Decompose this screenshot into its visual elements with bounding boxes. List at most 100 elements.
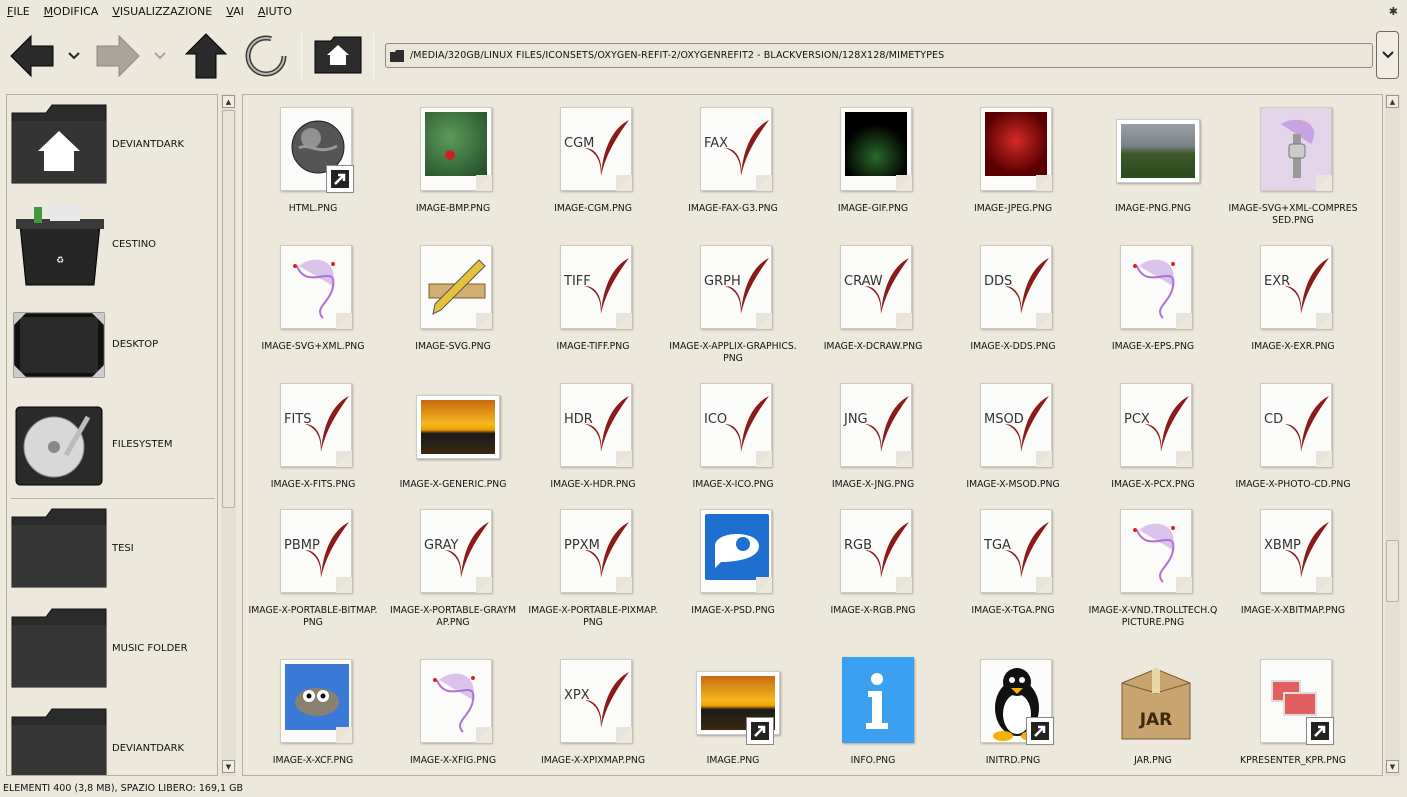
- forward-history-button[interactable]: [150, 42, 170, 70]
- forward-button[interactable]: [94, 32, 142, 80]
- file-item[interactable]: ICO IMAGE-X-ICO.PNG: [663, 375, 803, 515]
- scroll-down-arrow-icon[interactable]: ▼: [222, 760, 235, 773]
- file-item[interactable]: IMAGE-SVG+XML.PNG: [243, 237, 383, 377]
- sidebar-item-cestino[interactable]: ♻ CESTINO: [7, 195, 217, 295]
- file-icon-grid: HTML.PNG IMAGE-BMP.PNG CGM IMAGE-CGM.PNG FAX…: [242, 94, 1383, 776]
- document-icon: ICO: [696, 381, 774, 469]
- file-item[interactable]: PCX IMAGE-X-PCX.PNG: [1083, 375, 1223, 515]
- file-item[interactable]: IMAGE-X-PSD.PNG: [663, 501, 803, 641]
- file-item[interactable]: GRPH IMAGE-X-APPLIX-GRAPHICS.PNG: [663, 237, 803, 377]
- home-button[interactable]: [312, 32, 364, 78]
- document-icon: CD: [1256, 381, 1334, 469]
- sidebar-item-deviantdark[interactable]: DEVIANTDARK: [7, 699, 217, 775]
- scroll-up-arrow-icon[interactable]: ▲: [222, 95, 235, 108]
- file-item[interactable]: JAR JAR.PNG: [1083, 651, 1223, 775]
- location-path: /MEDIA/320GB/LINUX FILES/ICONSETS/OXYGEN…: [410, 50, 945, 61]
- home-folder-icon: [11, 104, 107, 184]
- location-dropdown-button[interactable]: [1376, 31, 1399, 79]
- gimp-icon: [276, 657, 354, 745]
- file-item[interactable]: IMAGE-X-EPS.PNG: [1083, 237, 1223, 377]
- file-item[interactable]: HDR IMAGE-X-HDR.PNG: [523, 375, 663, 515]
- up-button[interactable]: [182, 30, 230, 82]
- menu-aiuto[interactable]: AIUTO: [251, 5, 299, 18]
- file-item[interactable]: JNG IMAGE-X-JNG.PNG: [803, 375, 943, 515]
- reload-button[interactable]: [240, 30, 292, 82]
- file-item[interactable]: XBMP IMAGE-X-XBITMAP.PNG: [1223, 501, 1363, 641]
- file-item[interactable]: XPX IMAGE-X-XPIXMAP.PNG: [523, 651, 663, 775]
- svg-curve-icon: [1116, 507, 1194, 595]
- file-item[interactable]: IMAGE-SVG+XML-COMPRESSED.PNG: [1223, 99, 1363, 239]
- sidebar-scrollbar[interactable]: ▲ ▼: [221, 94, 236, 776]
- sidebar-item-music-folder[interactable]: MUSIC FOLDER: [7, 599, 217, 699]
- photo-leaves-icon: [416, 105, 494, 193]
- file-item[interactable]: KPRESENTER_KPR.PNG: [1223, 651, 1363, 775]
- toolbar-separator: [301, 34, 302, 78]
- ruler-pencil-icon: [416, 243, 494, 331]
- back-button[interactable]: [8, 32, 56, 80]
- menu-file[interactable]: FILE: [0, 5, 37, 18]
- file-name: IMAGE-BMP.PNG: [415, 203, 491, 214]
- file-name: IMAGE-X-APPLIX-GRAPHICS.PNG: [669, 341, 797, 364]
- files-scrollbar[interactable]: ▲ ▼: [1385, 94, 1400, 776]
- file-name: IMAGE-PNG.PNG: [1115, 203, 1191, 214]
- file-item[interactable]: INITRD.PNG: [943, 651, 1083, 775]
- file-item[interactable]: EXR IMAGE-X-EXR.PNG: [1223, 237, 1363, 377]
- file-name: IMAGE-X-RGB.PNG: [830, 605, 916, 616]
- file-item[interactable]: IMAGE.PNG: [663, 651, 803, 775]
- sidebar-item-filesystem[interactable]: FILESYSTEM: [7, 395, 217, 495]
- scroll-thumb[interactable]: [222, 110, 235, 508]
- file-item[interactable]: MSOD IMAGE-X-MSOD.PNG: [943, 375, 1083, 515]
- back-history-button[interactable]: [64, 42, 84, 70]
- file-item[interactable]: FAX IMAGE-FAX-G3.PNG: [663, 99, 803, 239]
- document-icon: XBMP: [1256, 507, 1334, 595]
- scroll-thumb[interactable]: [1386, 540, 1399, 602]
- file-item[interactable]: IMAGE-GIF.PNG: [803, 99, 943, 239]
- file-item[interactable]: IMAGE-X-XCF.PNG: [243, 651, 383, 775]
- file-name: INITRD.PNG: [985, 755, 1041, 766]
- menu-vai[interactable]: VAI: [219, 5, 251, 18]
- sidebar-item-label: TESI: [112, 543, 134, 554]
- sidebar-item-label: MUSIC FOLDER: [112, 643, 188, 654]
- file-item[interactable]: CD IMAGE-X-PHOTO-CD.PNG: [1223, 375, 1363, 515]
- file-item[interactable]: PPXM IMAGE-X-PORTABLE-PIXMAP.PNG: [523, 501, 663, 641]
- folder-icon: [11, 608, 107, 688]
- scroll-up-arrow-icon[interactable]: ▲: [1386, 95, 1399, 108]
- sidebar-item-deviantdark-home[interactable]: DEVIANTDARK: [7, 95, 217, 195]
- scroll-down-arrow-icon[interactable]: ▼: [1386, 760, 1399, 773]
- file-item[interactable]: IMAGE-X-XFIG.PNG: [383, 651, 523, 775]
- folder-icon: [390, 49, 404, 62]
- file-item[interactable]: HTML.PNG: [243, 99, 383, 239]
- menu-visualizzazione[interactable]: VISUALIZZAZIONE: [105, 5, 219, 18]
- file-item[interactable]: IMAGE-X-GENERIC.PNG: [383, 375, 523, 515]
- file-item[interactable]: TGA IMAGE-X-TGA.PNG: [943, 501, 1083, 641]
- menu-modifica[interactable]: MODIFICA: [37, 5, 106, 18]
- file-name: IMAGE-X-PORTABLE-GRAYMAP.PNG: [390, 605, 516, 628]
- up-arrow-icon: [184, 33, 228, 79]
- file-item[interactable]: FITS IMAGE-X-FITS.PNG: [243, 375, 383, 515]
- file-name: IMAGE-SVG+XML.PNG: [261, 341, 365, 352]
- file-item[interactable]: DDS IMAGE-X-DDS.PNG: [943, 237, 1083, 377]
- file-item[interactable]: CGM IMAGE-CGM.PNG: [523, 99, 663, 239]
- file-item[interactable]: RGB IMAGE-X-RGB.PNG: [803, 501, 943, 641]
- file-name: IMAGE-X-EPS.PNG: [1111, 341, 1195, 352]
- file-item[interactable]: INFO.PNG: [803, 651, 943, 775]
- file-item[interactable]: TIFF IMAGE-TIFF.PNG: [523, 237, 663, 377]
- file-item[interactable]: PBMP IMAGE-X-PORTABLE-BITMAP.PNG: [243, 501, 383, 641]
- document-icon: FITS: [276, 381, 354, 469]
- status-bar: ELEMENTI 400 (3,8 MB), SPAZIO LIBERO: 16…: [0, 780, 1407, 797]
- file-item[interactable]: IMAGE-SVG.PNG: [383, 237, 523, 377]
- tux-icon: [976, 657, 1054, 745]
- folder-icon: [11, 508, 107, 588]
- sidebar-item-tesi[interactable]: TESI: [7, 499, 217, 599]
- file-item[interactable]: IMAGE-PNG.PNG: [1083, 99, 1223, 239]
- location-bar[interactable]: /MEDIA/320GB/LINUX FILES/ICONSETS/OXYGEN…: [385, 43, 1373, 68]
- photo-sunset-icon: [696, 657, 780, 745]
- file-name: INFO.PNG: [850, 755, 896, 766]
- sidebar-item-desktop[interactable]: DESKTOP: [7, 295, 217, 395]
- file-item[interactable]: IMAGE-BMP.PNG: [383, 99, 523, 239]
- file-item[interactable]: IMAGE-JPEG.PNG: [943, 99, 1083, 239]
- file-item[interactable]: GRAY IMAGE-X-PORTABLE-GRAYMAP.PNG: [383, 501, 523, 641]
- info-icon: [836, 657, 914, 745]
- file-item[interactable]: IMAGE-X-VND.TROLLTECH.QPICTURE.PNG: [1083, 501, 1223, 641]
- file-item[interactable]: CRAW IMAGE-X-DCRAW.PNG: [803, 237, 943, 377]
